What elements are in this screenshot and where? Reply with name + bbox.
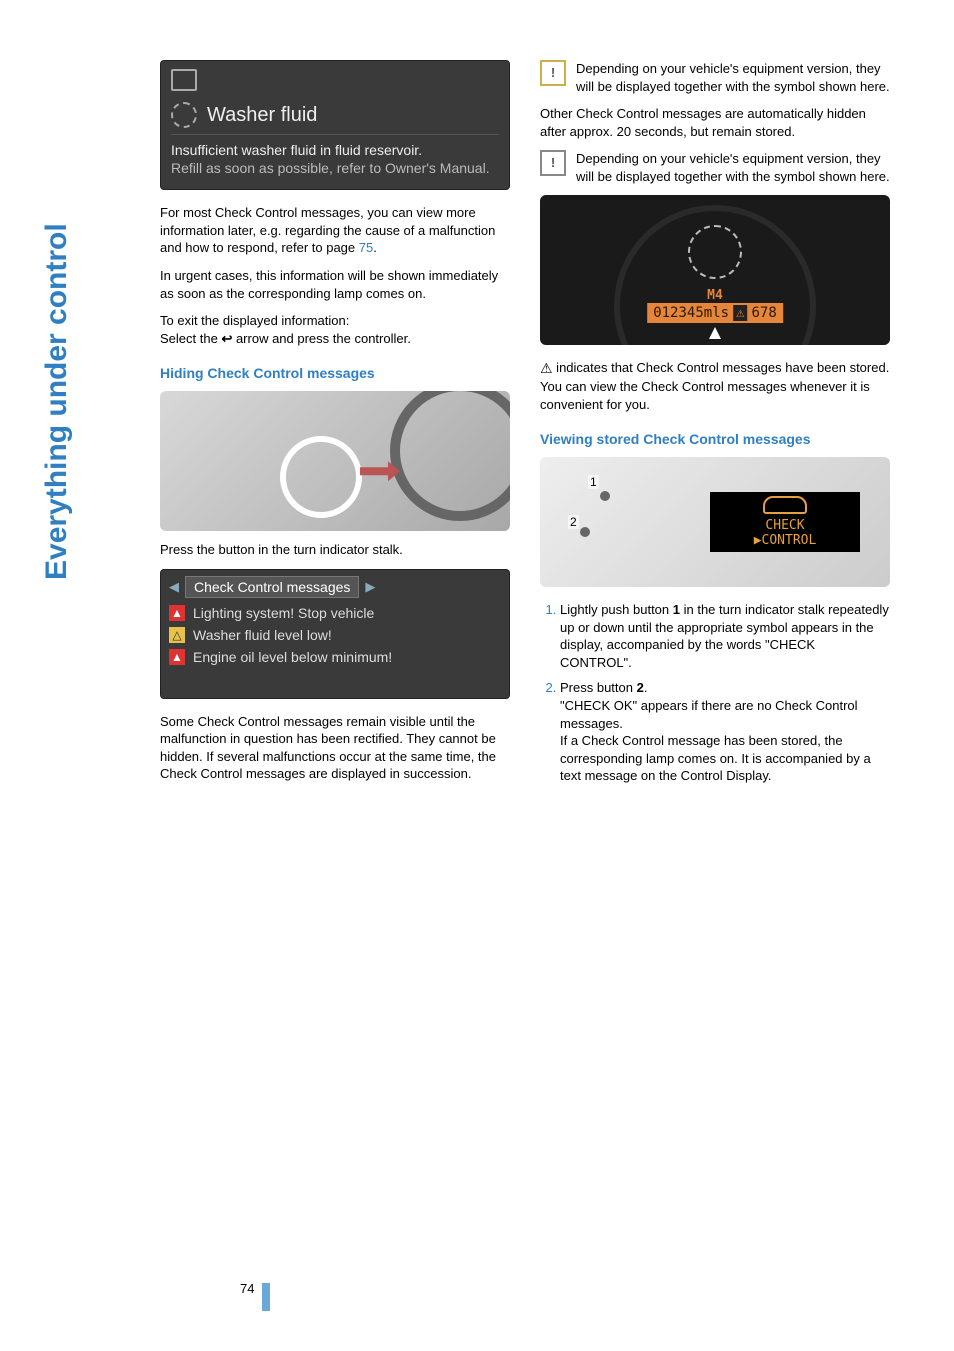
car-outline-icon [763, 496, 807, 514]
warning-yellow-icon: △ [169, 627, 185, 643]
paragraph-exit-info: To exit the displayed information: Selec… [160, 312, 510, 347]
cc-row-1: Lighting system! Stop vehicle [193, 605, 374, 621]
callout-label-2: 2 [568, 515, 579, 529]
page-number-value: 74 [240, 1281, 262, 1296]
back-icon [171, 69, 197, 91]
lcd-line-2: ▶CONTROL [754, 533, 817, 548]
text: indicates that Check Control messages ha… [540, 360, 889, 411]
button-1-icon [600, 491, 610, 501]
step-2: Press button 2. "CHECK OK" appears if th… [560, 679, 890, 784]
page-link-75[interactable]: 75 [359, 240, 373, 255]
paragraph-press-button: Press the button in the turn indicator s… [160, 541, 510, 559]
instrument-cluster-photo: 1 2 CHECK ▶CONTROL [540, 457, 890, 587]
paragraph-triangle-indicates: ⚠ indicates that Check Control messages … [540, 359, 890, 413]
odometer-lcd: 012345mls ⚠ 678 [647, 303, 783, 323]
text: Press button [560, 680, 637, 695]
right-column: Depending on your vehicle's equipment ve… [540, 60, 890, 793]
button-2-icon [580, 527, 590, 537]
nav-right-icon: ▶ [365, 579, 375, 595]
nav-left-icon: ◀ [169, 579, 179, 595]
washer-fluid-icon [171, 102, 197, 128]
odometer-value: 012345mls [653, 305, 729, 321]
paragraph-auto-hidden: Other Check Control messages are automat… [540, 105, 890, 140]
warning-triangle-yellow-icon [540, 60, 566, 86]
paragraph-equipment-2: Depending on your vehicle's equipment ve… [576, 150, 890, 185]
step-1: Lightly push button 1 in the turn indica… [560, 601, 890, 671]
paragraph-urgent-cases: In urgent cases, this information will b… [160, 267, 510, 302]
lcd-line-1: CHECK [765, 518, 804, 533]
text: Lightly push button [560, 602, 673, 617]
gear-indicator: M4 [707, 288, 723, 303]
heading-hiding-messages: Hiding Check Control messages [160, 365, 510, 381]
warning-red-icon: ▲ [169, 649, 185, 665]
warning-triangle-glyph-icon: ⚠ [540, 359, 553, 378]
paragraph-check-control-info: For most Check Control messages, you can… [160, 204, 510, 257]
text: . [373, 240, 377, 255]
side-section-title: Everything under control [40, 223, 74, 580]
steering-wheel-icon [390, 391, 510, 521]
heading-viewing-stored: Viewing stored Check Control messages [540, 431, 890, 447]
washer-fluid-line1: Insufficient washer fluid in fluid reser… [171, 142, 422, 158]
text: Select the [160, 331, 221, 346]
check-control-tab: Check Control messages [185, 576, 359, 598]
text: If a Check Control message has been stor… [560, 733, 871, 783]
cc-row-3: Engine oil level below minimum! [193, 649, 392, 665]
gauge-icon [280, 436, 362, 518]
stored-warning-icon: ⚠ [733, 305, 747, 321]
cluster-lcd: CHECK ▶CONTROL [710, 492, 860, 552]
odometer-segment: 678 [752, 305, 777, 321]
steps-list: Lightly push button 1 in the turn indica… [540, 601, 890, 784]
washer-fluid-title: Washer fluid [207, 104, 317, 127]
callout-label-1: 1 [588, 475, 599, 489]
callout-arrow-icon [709, 327, 721, 339]
paragraph-remain-visible: Some Check Control messages remain visib… [160, 713, 510, 783]
check-control-list-screenshot: ◀ Check Control messages ▶ ▲ Lighting sy… [160, 569, 510, 699]
warning-red-icon: ▲ [169, 605, 185, 621]
text: . [644, 680, 648, 695]
paragraph-equipment-1: Depending on your vehicle's equipment ve… [576, 60, 890, 95]
warning-triangle-outline-icon [540, 150, 566, 176]
washer-symbol-icon [688, 225, 742, 279]
text: For most Check Control messages, you can… [160, 205, 495, 255]
left-column: Washer fluid Insufficient washer fluid i… [160, 60, 510, 793]
turn-stalk-photo [160, 391, 510, 531]
text: To exit the displayed information: [160, 313, 349, 328]
text: arrow and press the controller. [232, 331, 410, 346]
washer-fluid-line2: Refill as soon as possible, refer to Own… [171, 160, 490, 176]
button-ref-1: 1 [673, 602, 680, 617]
page-number: 74 [240, 1281, 270, 1311]
return-arrow-icon: ↩ [221, 331, 232, 346]
washer-fluid-screenshot: Washer fluid Insufficient washer fluid i… [160, 60, 510, 190]
text: "CHECK OK" appears if there are no Check… [560, 698, 858, 731]
cc-row-2: Washer fluid level low! [193, 627, 332, 643]
button-ref-2: 2 [637, 680, 644, 695]
tachometer-photo: M4 012345mls ⚠ 678 [540, 195, 890, 345]
page-number-bar-icon [262, 1283, 270, 1311]
